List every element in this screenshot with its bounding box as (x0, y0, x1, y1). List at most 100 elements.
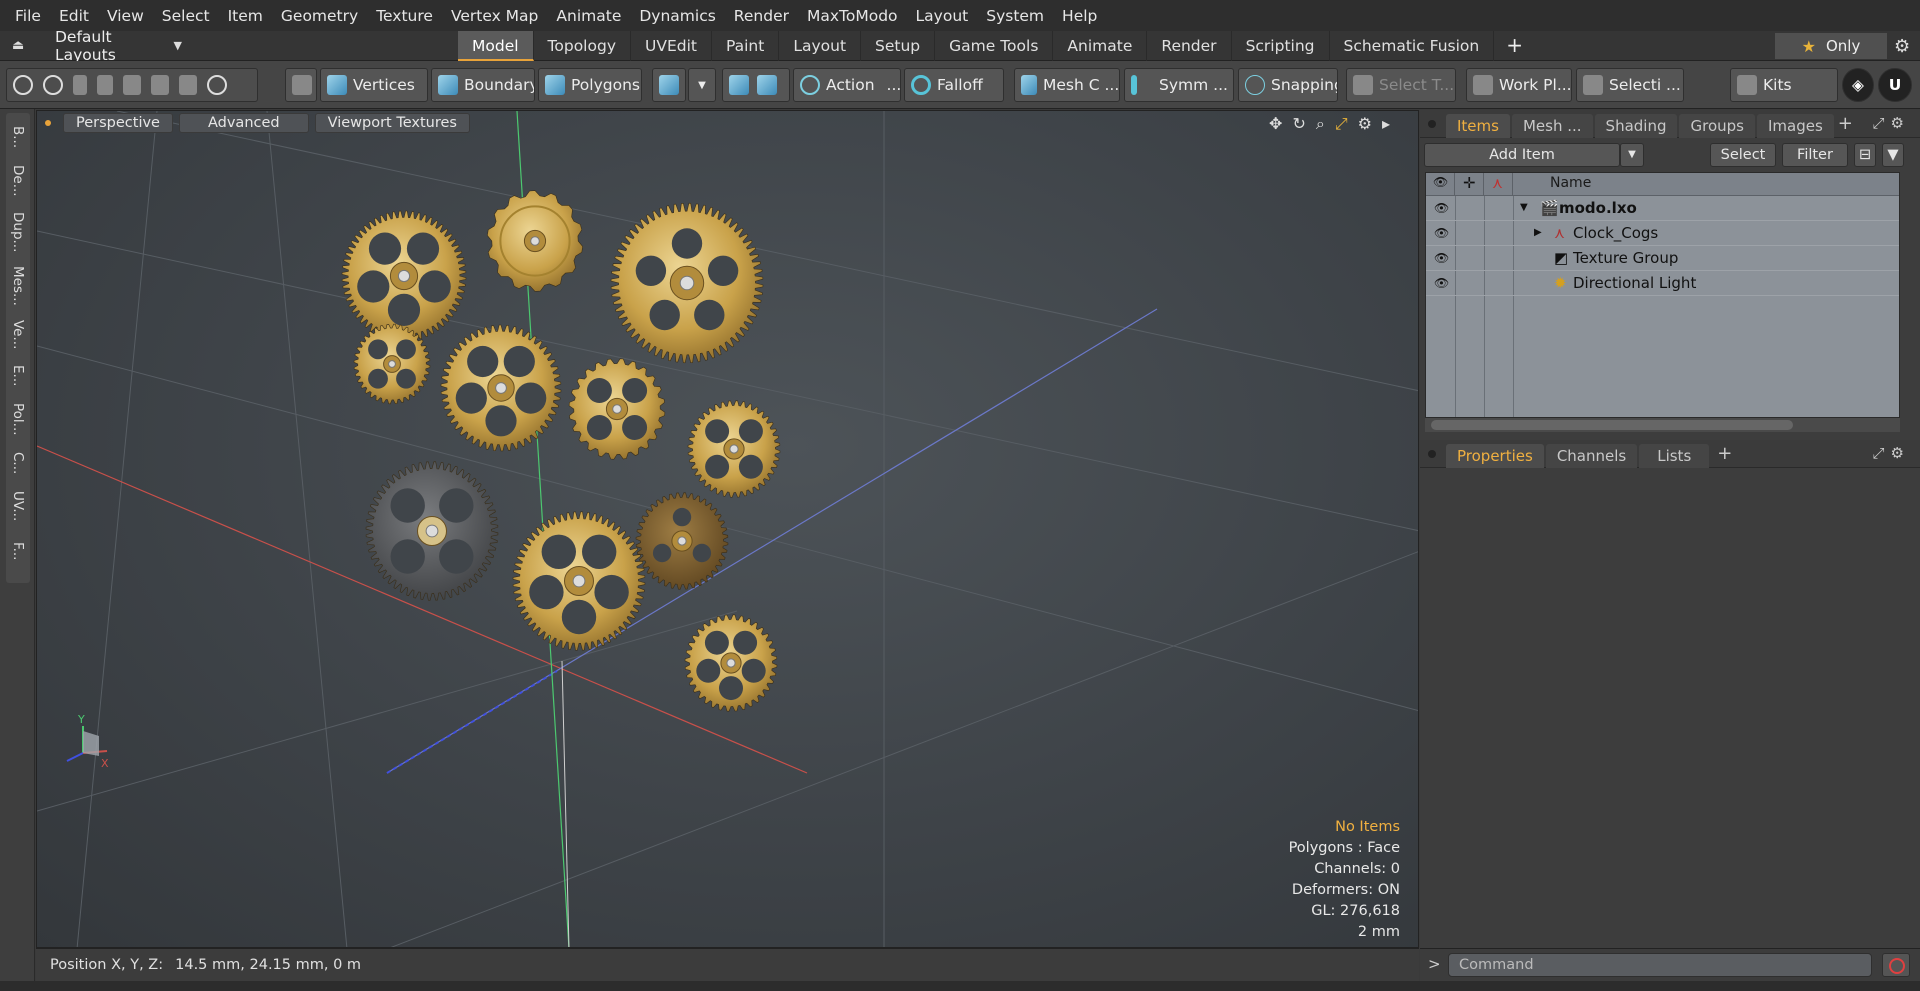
viewport-menu-icon[interactable] (45, 120, 51, 126)
unity-button[interactable]: ◈ (1842, 68, 1874, 102)
perspective-button[interactable]: Perspective (63, 113, 173, 133)
polygons-button[interactable]: Polygons (538, 68, 642, 102)
brush-icon[interactable] (97, 75, 113, 95)
scene-canvas[interactable]: Y X (37, 111, 1419, 948)
select-button[interactable]: Select (1710, 143, 1776, 167)
vtab-polygon[interactable]: Pol... (6, 397, 30, 441)
vtab-basic[interactable]: B... (6, 117, 30, 157)
tab-paint[interactable]: Paint (712, 31, 780, 61)
menu-maxtomodo[interactable]: MaxToModo (798, 7, 907, 25)
tree-scrollbar[interactable] (1425, 418, 1900, 432)
menu-render[interactable]: Render (725, 7, 798, 25)
gear[interactable] (353, 323, 431, 405)
panel-window-icons[interactable]: ⤢⚙ (1873, 114, 1910, 132)
tab-game-tools[interactable]: Game Tools (935, 31, 1054, 61)
kits-button[interactable]: Kits (1730, 68, 1838, 102)
panel-window-icons[interactable]: ⤢⚙ (1873, 444, 1910, 462)
tab-lists[interactable]: Lists (1639, 443, 1710, 468)
add-panel-tab-icon[interactable]: + (1838, 113, 1853, 134)
viewport-gear-icon[interactable]: ⚙ (1358, 114, 1372, 134)
expand-arrow-icon[interactable]: ▸ (1382, 114, 1390, 134)
menu-item[interactable]: Item (219, 7, 272, 25)
gear[interactable] (486, 190, 584, 292)
eye-icon[interactable]: 👁 (1434, 201, 1450, 215)
menu-select[interactable]: Select (153, 7, 219, 25)
scrollbar-thumb[interactable] (1431, 420, 1793, 430)
frame-icon[interactable] (179, 75, 197, 95)
gear[interactable] (687, 400, 781, 498)
funnel-icon[interactable]: ▼ (1882, 143, 1904, 167)
expand-triangle-icon[interactable]: ▶ (1534, 227, 1542, 238)
menu-dynamics[interactable]: Dynamics (630, 7, 724, 25)
tab-items[interactable]: Items (1446, 113, 1510, 138)
tab-mesh[interactable]: Mesh ... (1511, 113, 1593, 138)
tab-topology[interactable]: Topology (534, 31, 631, 61)
layout-dropdown[interactable]: ⏏ Default Layouts ▼ (12, 28, 182, 64)
record-button[interactable] (1882, 953, 1910, 977)
tab-groups[interactable]: Groups (1679, 113, 1755, 138)
gear[interactable] (341, 210, 467, 342)
mesh-constraint-button[interactable]: Mesh C ... (1014, 68, 1120, 102)
gear[interactable] (440, 324, 562, 452)
only-toggle[interactable]: ★ Only (1775, 33, 1887, 59)
tab-shading[interactable]: Shading (1594, 113, 1678, 138)
tab-properties[interactable]: Properties (1446, 443, 1544, 468)
symmetry-button[interactable]: Symm ... (1124, 68, 1234, 102)
tree-row-scene[interactable]: 👁 ▼ 🎬 modo.lxo (1426, 196, 1899, 221)
loop-icon[interactable] (123, 75, 141, 95)
gear[interactable] (684, 614, 778, 712)
add-tab-icon[interactable]: + (1494, 31, 1535, 61)
falloff-button[interactable]: Falloff (904, 68, 1004, 102)
gear[interactable] (512, 511, 646, 651)
advanced-button[interactable]: Advanced (178, 113, 309, 133)
3d-viewport[interactable]: Y X Perspective Advanced Viewport Textur… (36, 110, 1419, 948)
circle-select-icon[interactable] (13, 75, 33, 95)
menu-system[interactable]: System (977, 7, 1053, 25)
menu-layout[interactable]: Layout (907, 7, 978, 25)
vertices-button[interactable]: Vertices (320, 68, 428, 102)
lock-column-icon[interactable]: ✛ (1455, 173, 1484, 196)
name-column[interactable]: Name (1550, 175, 1591, 191)
selection-sets-button[interactable]: Selecti ... (1576, 68, 1684, 102)
menu-edit[interactable]: Edit (50, 7, 98, 25)
add-item-button[interactable]: Add Item (1424, 143, 1620, 167)
sphere-icon[interactable] (207, 75, 227, 95)
tab-render[interactable]: Render (1147, 31, 1232, 61)
menu-help[interactable]: Help (1053, 7, 1106, 25)
gear-icon[interactable]: ⚙ (1894, 36, 1910, 57)
expand-triangle-icon[interactable]: ▼ (1520, 202, 1528, 213)
eye-icon[interactable]: 👁 (1434, 226, 1450, 240)
rotate-icon[interactable]: ↻ (1292, 114, 1305, 134)
zoom-icon[interactable]: ⌕ (1316, 114, 1325, 134)
tree-row-texture-group[interactable]: 👁 ◩ Texture Group (1426, 246, 1899, 271)
gear[interactable] (568, 358, 666, 460)
tab-model[interactable]: Model (458, 31, 534, 61)
vtab-edge[interactable]: E... (6, 359, 30, 393)
gear[interactable] (365, 461, 499, 601)
tab-scripting[interactable]: Scripting (1232, 31, 1330, 61)
type-column-icon[interactable]: ⋏ (1484, 173, 1513, 196)
viewport-textures-button[interactable]: Viewport Textures (314, 113, 470, 133)
maximize-icon[interactable]: ⤢ (1335, 114, 1348, 134)
tab-layout[interactable]: Layout (779, 31, 862, 61)
tab-uvedit[interactable]: UVEdit (631, 31, 712, 61)
snapping-button[interactable]: Snapping (1238, 68, 1338, 102)
panel-menu-icon[interactable] (1428, 449, 1436, 458)
filter-button[interactable]: Filter (1782, 143, 1848, 167)
menu-view[interactable]: View (98, 7, 153, 25)
unreal-button[interactable]: U (1878, 68, 1912, 102)
shield-icon[interactable] (729, 75, 749, 95)
menu-vertex-map[interactable]: Vertex Map (442, 7, 547, 25)
command-input[interactable]: Command (1448, 953, 1872, 977)
pan-icon[interactable]: ✥ (1269, 114, 1282, 134)
tab-animate[interactable]: Animate (1053, 31, 1148, 61)
panel-menu-icon[interactable] (1428, 119, 1436, 128)
material-mode-button[interactable] (652, 68, 686, 102)
boundary-button[interactable]: Boundary (431, 68, 535, 102)
menu-geometry[interactable]: Geometry (272, 7, 367, 25)
eye-icon[interactable]: 👁 (1434, 276, 1450, 290)
shield-star-icon[interactable] (757, 75, 777, 95)
vtab-duplicate[interactable]: Dup... (6, 207, 30, 257)
vtab-vertex[interactable]: Ve... (6, 315, 30, 355)
grid-icon[interactable] (151, 75, 169, 95)
